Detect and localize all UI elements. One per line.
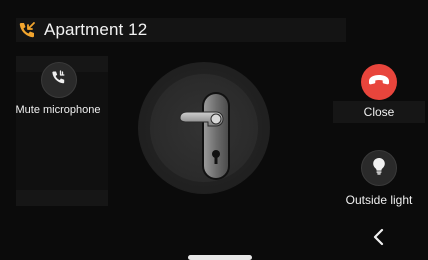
- close-label: Close: [363, 105, 395, 119]
- phone-mute-icon: [50, 69, 68, 92]
- panel-strip: [16, 190, 108, 206]
- lightbulb-icon: [372, 157, 386, 180]
- chevron-left-icon: [372, 228, 386, 251]
- page-title: Apartment 12: [44, 20, 148, 39]
- door-handle-icon[interactable]: [168, 88, 248, 184]
- close-button[interactable]: [361, 64, 397, 100]
- back-button[interactable]: [366, 226, 392, 252]
- title-bar: Apartment 12: [16, 18, 346, 42]
- outside-light-button[interactable]: [361, 150, 397, 186]
- incoming-call-icon: [16, 19, 38, 41]
- mute-microphone-label: Mute microphone: [15, 104, 101, 116]
- mute-microphone-button[interactable]: [41, 62, 77, 98]
- hang-up-icon: [368, 73, 390, 91]
- home-indicator: [188, 255, 252, 260]
- outside-light-label: Outside light: [345, 193, 413, 207]
